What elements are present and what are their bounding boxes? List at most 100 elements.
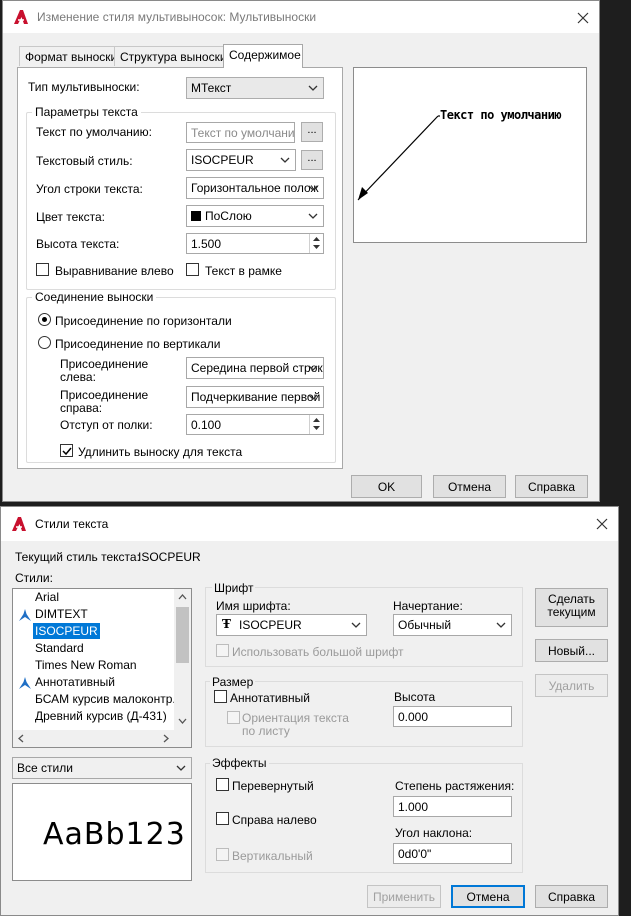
text-height-spinner[interactable] xyxy=(309,234,323,253)
set-current-button[interactable]: Сделать текущим xyxy=(535,588,608,627)
landing-gap-spinner[interactable] xyxy=(309,415,323,434)
text-style-dialog: Стили текста Текущий стиль текста: ISOCP… xyxy=(0,506,619,916)
connection-group-label: Соединение выноски xyxy=(32,290,157,304)
scroll-right-icon[interactable] xyxy=(163,734,169,743)
backwards-checkbox[interactable] xyxy=(216,812,229,825)
color-swatch xyxy=(191,211,201,221)
scroll-thumb[interactable] xyxy=(176,607,189,663)
list-item[interactable]: Standard xyxy=(13,641,84,658)
mleader-style-dialog: Изменение стиля мультивыносок: Мультивын… xyxy=(2,0,600,502)
title-bar[interactable]: Изменение стиля мультивыносок: Мультивын… xyxy=(3,1,599,33)
list-item[interactable]: DIMTEXT xyxy=(13,607,88,624)
scroll-up-icon[interactable] xyxy=(178,594,187,600)
big-font-checkbox[interactable] xyxy=(216,644,229,657)
browse-label: ... xyxy=(307,152,317,164)
spin-down-icon xyxy=(313,426,320,430)
landing-gap-value: 0.100 xyxy=(191,418,222,432)
vertical-attach-radio[interactable] xyxy=(38,336,51,349)
font-style-label: Начертание: xyxy=(393,599,463,613)
multileader-type-select[interactable]: МТекст xyxy=(186,77,324,99)
autocad-logo-icon xyxy=(12,517,26,531)
list-item[interactable]: ISOCPEUR xyxy=(13,623,100,641)
text-style-browse-button[interactable]: ... xyxy=(301,150,323,170)
upside-down-checkbox[interactable] xyxy=(216,778,229,791)
width-factor-label: Степень растяжения: xyxy=(395,779,515,793)
font-name-select[interactable]: Ŧ ISOCPEUR xyxy=(216,614,367,636)
text-height-field[interactable]: 1.500 xyxy=(186,233,324,254)
tab-label: Содержимое xyxy=(229,48,301,62)
multileader-type-label: Тип мультивыноски: xyxy=(28,80,140,94)
orientation-label-2: по листу xyxy=(242,724,290,738)
text-color-select[interactable]: ПоСлою xyxy=(186,205,324,227)
title-bar[interactable]: Стили текста xyxy=(1,507,618,541)
autocad-logo-icon xyxy=(14,10,28,24)
left-justify-checkbox[interactable] xyxy=(36,263,49,276)
spin-down-icon xyxy=(313,245,320,249)
help-button[interactable]: Справка xyxy=(535,885,608,908)
frame-text-label: Текст в рамке xyxy=(205,264,282,278)
close-icon[interactable] xyxy=(575,10,591,26)
ok-label: OK xyxy=(377,480,396,494)
apply-button[interactable]: Применить xyxy=(367,885,441,908)
list-item-label: Standard xyxy=(35,641,84,655)
default-text-label: Текст по умолчанию: xyxy=(36,125,152,139)
extend-leader-checkbox[interactable] xyxy=(60,444,73,457)
list-item[interactable]: БСАМ курсив малоконтр... xyxy=(13,692,182,709)
list-item[interactable]: Arial xyxy=(13,590,59,607)
new-button[interactable]: Новый... xyxy=(535,639,608,662)
width-factor-field[interactable]: 1.000 xyxy=(393,796,512,817)
tab-content[interactable]: Содержимое xyxy=(223,44,303,68)
orientation-checkbox[interactable] xyxy=(227,711,240,724)
height-label: Высота xyxy=(394,690,436,704)
tab-leader-structure[interactable]: Структура выноски xyxy=(114,46,227,66)
vertical-scrollbar[interactable] xyxy=(174,589,191,731)
text-color-value: ПоСлою xyxy=(205,209,252,223)
styles-filter-value: Все стили xyxy=(17,761,73,775)
left-attach-label: Присоединение слева: xyxy=(60,357,149,384)
text-angle-value: Горизонтальное полож xyxy=(191,181,319,195)
preview-sample-text: AaBb123 xyxy=(43,817,186,852)
ok-button[interactable]: OK xyxy=(351,475,422,498)
styles-list[interactable]: Arial DIMTEXT ISOCPEUR Standard Times New Ro… xyxy=(12,588,192,748)
text-color-label: Цвет текста: xyxy=(36,210,106,224)
tab-leader-format[interactable]: Формат выноски xyxy=(19,46,117,66)
annotative-checkbox[interactable] xyxy=(214,690,227,703)
horizontal-scrollbar[interactable] xyxy=(13,730,191,747)
height-field[interactable]: 0.000 xyxy=(393,706,512,727)
multileader-type-value: МТекст xyxy=(191,81,232,95)
scroll-down-icon[interactable] xyxy=(178,718,187,724)
leader-preview: Текст по умолчанию xyxy=(353,67,587,243)
help-button[interactable]: Справка xyxy=(515,475,588,498)
list-item[interactable]: Древний курсив (Д-431) xyxy=(13,709,167,726)
oblique-field[interactable]: 0d0'0" xyxy=(393,843,512,864)
text-style-select[interactable]: ISOCPEUR xyxy=(186,149,296,171)
list-item[interactable]: Аннотативный xyxy=(13,675,115,692)
landing-gap-field[interactable]: 0.100 xyxy=(186,414,324,435)
list-item-label: ISOCPEUR xyxy=(33,623,100,639)
orientation-label-1: Ориентация текста xyxy=(242,711,349,725)
chevron-down-icon xyxy=(280,157,290,163)
close-icon[interactable] xyxy=(594,516,610,532)
size-group-label: Размер xyxy=(210,675,256,689)
default-text-field[interactable]: Текст по умолчанию xyxy=(186,122,295,143)
left-attach-select[interactable]: Середина первой строк xyxy=(186,357,324,379)
right-attach-select[interactable]: Подчеркивание первой xyxy=(186,386,324,408)
vertical-checkbox[interactable] xyxy=(216,848,229,861)
frame-text-checkbox[interactable] xyxy=(186,263,199,276)
default-text-browse-button[interactable]: ... xyxy=(301,122,323,142)
styles-filter-select[interactable]: Все стили xyxy=(12,757,192,779)
horizontal-attach-radio[interactable] xyxy=(38,313,51,326)
chevron-down-icon xyxy=(308,394,318,400)
font-style-select[interactable]: Обычный xyxy=(393,614,512,636)
annotative-scale-icon xyxy=(19,609,31,621)
list-item[interactable]: Times New Roman xyxy=(13,658,137,675)
backwards-label: Справа налево xyxy=(232,813,317,827)
new-label: Новый... xyxy=(547,644,596,658)
cancel-button[interactable]: Отмена xyxy=(451,885,525,908)
text-angle-select[interactable]: Горизонтальное полож xyxy=(186,177,324,199)
tab-label: Структура выноски xyxy=(120,50,227,64)
delete-button[interactable]: Удалить xyxy=(535,674,608,697)
current-style-label: Текущий стиль текста: xyxy=(15,550,140,564)
scroll-left-icon[interactable] xyxy=(18,734,24,743)
cancel-button[interactable]: Отмена xyxy=(433,475,506,498)
